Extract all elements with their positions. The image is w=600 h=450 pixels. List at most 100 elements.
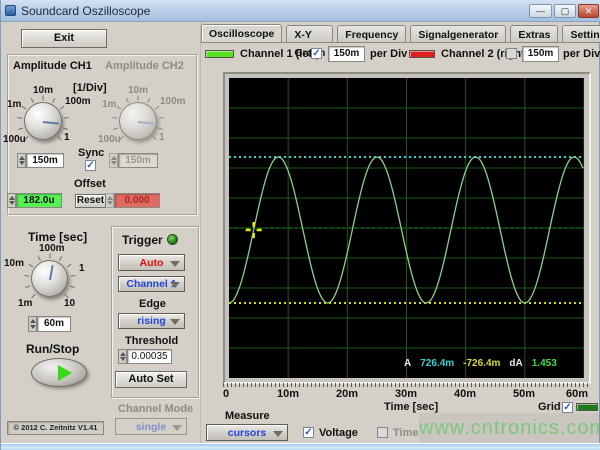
offset-ch2-spinner[interactable] xyxy=(105,193,114,208)
tab-frequency[interactable]: Frequency xyxy=(337,25,407,43)
knob-tick xyxy=(70,274,76,277)
knob-label: 100u xyxy=(3,134,26,145)
offset-ch2-value[interactable]: 0.000 xyxy=(114,193,160,208)
maximize-icon: ▢ xyxy=(560,6,570,16)
threshold-spinner[interactable] xyxy=(118,349,127,364)
app-window: Soundcard Oszilloscope — ▢ ✕ Exit Amplit… xyxy=(0,0,600,450)
channel2-per-div-value[interactable]: 150m xyxy=(522,46,559,62)
knob-label: 10 xyxy=(64,298,76,309)
play-icon xyxy=(58,365,72,381)
knob-tick xyxy=(28,263,33,268)
time-knob[interactable] xyxy=(23,253,76,298)
threshold-label: Threshold xyxy=(125,335,179,347)
knob-label: 10m xyxy=(128,85,149,96)
chevron-down-icon xyxy=(172,424,182,431)
ch1-div-value[interactable]: 150m xyxy=(26,153,64,168)
voltage-label: Voltage xyxy=(319,427,358,439)
trigger-mode-dropdown[interactable]: Auto xyxy=(118,254,185,271)
knob-label: 10m xyxy=(4,258,25,269)
offset-ch1-value[interactable]: 182.0u xyxy=(16,193,62,208)
window-title: Soundcard Oszilloscope xyxy=(21,4,151,18)
trigger-edge-dropdown[interactable]: rising xyxy=(118,313,185,329)
channel-mode-dropdown[interactable]: single xyxy=(115,418,187,435)
grid-checkbox[interactable]: ✓ xyxy=(562,402,573,413)
grid-label: Grid xyxy=(538,401,561,413)
grid-color-swatch[interactable] xyxy=(576,403,598,411)
channel1-legend-label: Channel 1 (left) xyxy=(240,48,320,60)
watermark-text: www.cntronics.com xyxy=(419,417,600,439)
time-value[interactable]: 60m xyxy=(37,316,71,332)
title-bar: Soundcard Oszilloscope — ▢ ✕ xyxy=(1,0,600,22)
measurement-da-label: dA xyxy=(509,358,523,369)
knob-pointer xyxy=(42,121,60,125)
x-tick: 30m xyxy=(394,388,418,400)
knob-pointer xyxy=(137,121,155,125)
voltage-checkbox[interactable]: ✓ xyxy=(303,427,314,438)
tab-signalgenerator[interactable]: Signalgenerator xyxy=(410,25,507,43)
exit-button[interactable]: Exit xyxy=(21,29,107,48)
knob-tick xyxy=(24,285,30,288)
minimize-button[interactable]: — xyxy=(529,4,552,18)
ch2-value-spinner[interactable] xyxy=(109,153,118,168)
amplitude-ch2-title: Amplitude CH2 xyxy=(105,60,184,72)
measure-mode-dropdown[interactable]: cursors xyxy=(206,424,288,441)
knob-label: 1 xyxy=(64,132,70,143)
channel2-color-swatch xyxy=(409,50,435,58)
auto-set-button[interactable]: Auto Set xyxy=(115,371,187,388)
channel1-color-swatch xyxy=(205,50,234,58)
window-bottom-border xyxy=(1,443,600,450)
tab-bar: Oscilloscope X-Y Graph Frequency Signalg… xyxy=(201,24,600,59)
copyright-label: © 2012 C. Zeitnitz V1.41 xyxy=(7,421,104,435)
measure-title: Measure xyxy=(225,410,270,422)
tab-underline xyxy=(201,42,600,43)
sync-checkbox[interactable]: ✓ xyxy=(85,160,96,171)
knob-tick xyxy=(58,255,62,261)
run-stop-button[interactable] xyxy=(31,358,87,387)
tab-settings[interactable]: Settings xyxy=(562,25,600,43)
knob-label: 1m xyxy=(18,298,33,309)
channel-mode-value: single xyxy=(135,421,167,433)
run-stop-label: Run/Stop xyxy=(26,342,80,356)
x-tick: 40m xyxy=(453,388,477,400)
channel1-per-div-value[interactable]: 150m xyxy=(328,46,365,62)
panel-divider xyxy=(200,22,201,443)
time-value-spinner[interactable] xyxy=(28,316,37,332)
tab-extras[interactable]: Extras xyxy=(510,25,559,43)
x-axis-ruler xyxy=(223,383,591,387)
tab-oscilloscope[interactable]: Oscilloscope xyxy=(201,24,283,43)
app-icon xyxy=(5,5,16,16)
offset-ch1-spinner[interactable] xyxy=(7,193,16,208)
ch2-div-value[interactable]: 150m xyxy=(118,153,158,168)
cursor-measurements: A 726.4m -726.4m dA 1.453 xyxy=(404,358,557,369)
sync-label: Sync xyxy=(78,147,105,159)
x-tick: 60m xyxy=(565,388,589,400)
time-title: Time [sec] xyxy=(28,230,88,244)
x-tick: 10m xyxy=(276,388,300,400)
time-label: Time xyxy=(393,427,419,439)
amplitude-ch1-knob[interactable] xyxy=(17,95,69,141)
close-icon: ✕ xyxy=(584,6,593,16)
knob-tick xyxy=(23,274,29,277)
oscilloscope-display[interactable]: A 726.4m -726.4m dA 1.453 xyxy=(228,78,585,378)
trigger-mode-value: Auto xyxy=(139,257,164,269)
knob-pointer xyxy=(48,264,54,280)
knob-label: 10m xyxy=(33,85,54,96)
offset-reset-button[interactable]: Reset xyxy=(75,194,106,208)
trigger-source-dropdown[interactable]: Channel 1 xyxy=(118,276,185,292)
knob-label: 100u xyxy=(98,134,121,145)
x-tick: 50m xyxy=(512,388,536,400)
amplitude-ch2-knob[interactable] xyxy=(112,95,164,141)
measurement-lower-value: -726.4m xyxy=(463,358,501,369)
threshold-value[interactable]: 0.00035 xyxy=(127,349,172,364)
time-checkbox[interactable] xyxy=(377,427,388,438)
chevron-down-icon xyxy=(273,430,283,437)
channel-mode-label: Channel Mode xyxy=(118,403,194,415)
tab-xy-graph[interactable]: X-Y Graph xyxy=(286,25,334,59)
ch1-value-spinner[interactable] xyxy=(17,153,26,168)
channel1-enable-checkbox[interactable]: ✓ xyxy=(311,48,322,59)
measurement-da-value: 1.453 xyxy=(531,358,557,369)
x-axis-label: Time [sec] xyxy=(384,401,439,413)
maximize-button[interactable]: ▢ xyxy=(554,4,576,18)
channel2-enable-checkbox[interactable] xyxy=(506,48,517,59)
close-button[interactable]: ✕ xyxy=(578,4,599,18)
